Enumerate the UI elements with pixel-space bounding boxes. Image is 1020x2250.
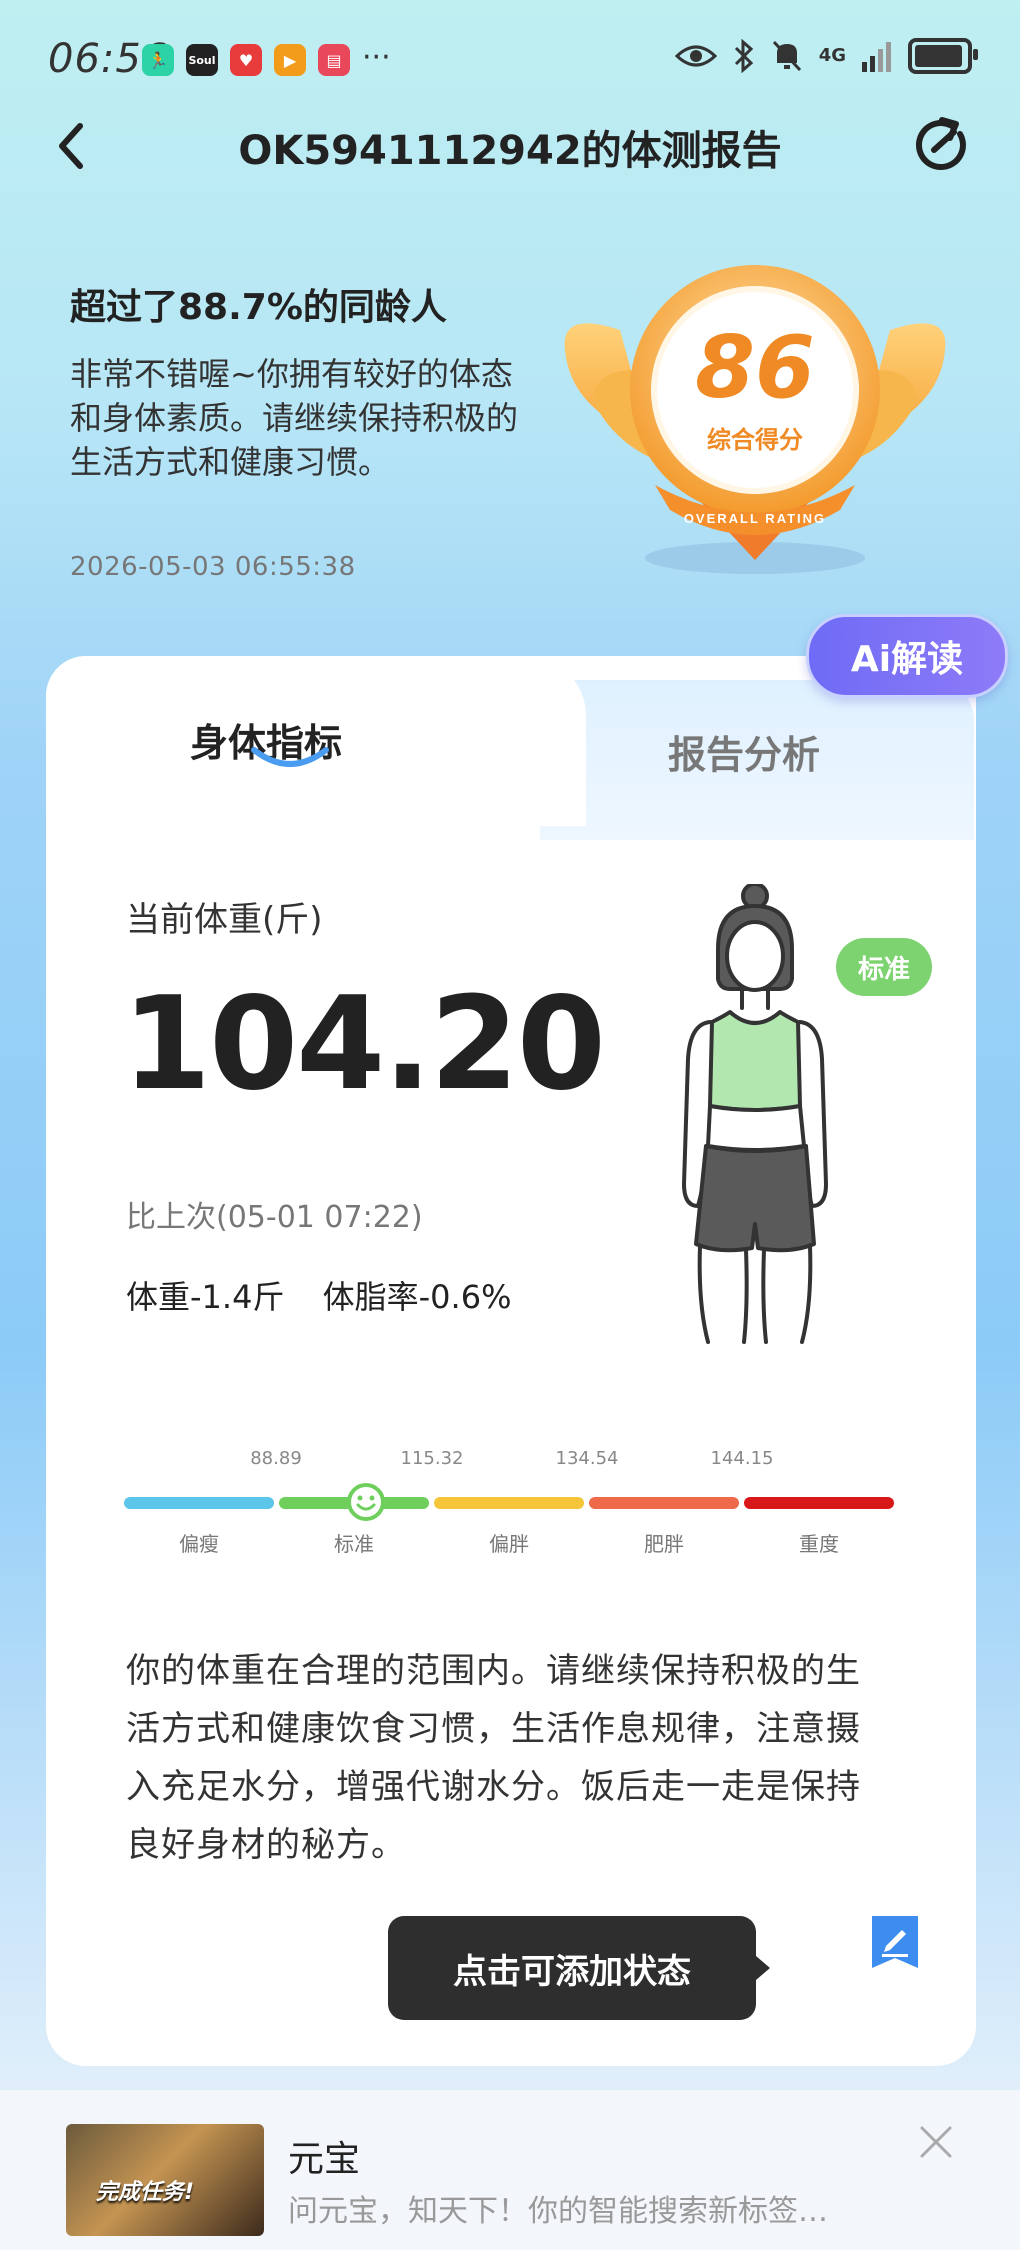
tab-active-indicator: [251, 747, 329, 767]
ad-thumbnail-text: 完成任务!: [96, 2180, 195, 2205]
edit-note-icon[interactable]: [872, 1916, 918, 1968]
scale-segment-severe: [744, 1497, 894, 1509]
scale-label: 标准: [334, 1532, 374, 1556]
status-bar: 06:56 🏃 Soul ♥ ▶ ▤ ··· 4G: [0, 0, 1020, 120]
badge-ribbon-text: OVERALL RATING: [684, 511, 826, 526]
scale-tick: 115.32: [400, 1448, 464, 1469]
scale-tick: 144.15: [710, 1448, 774, 1469]
page-title: OK5941112942的体测报告: [238, 128, 782, 174]
summary-description: 非常不错喔~你拥有较好的体态和身体素质。请继续保持积极的生活方式和健康习惯。: [70, 355, 519, 481]
summary-title: 超过了88.7%的同龄人: [70, 287, 447, 328]
ad-subtitle[interactable]: 问元宝，知天下！你的智能搜索新标签…: [288, 2186, 908, 2230]
mute-icon: [772, 40, 801, 72]
network-label: 4G: [818, 45, 846, 66]
overall-score-label: 综合得分: [707, 426, 803, 454]
report-timestamp: 2026-05-03 06:55:38: [70, 552, 356, 582]
ad-title[interactable]: 元宝: [288, 2130, 360, 2182]
book-app-icon: ▤: [318, 44, 350, 76]
scale-tick: 134.54: [555, 1448, 619, 1469]
weight-delta: 体重-1.4斤: [126, 1278, 285, 1316]
weight-advice-text: 你的体重在合理的范围内。请继续保持积极的生活方式和健康饮食习惯，生活作息规律，注…: [126, 1651, 861, 1865]
delta-row: 体重-1.4斤 体脂率-0.6%: [126, 1272, 539, 1318]
scale-segment-obese: [589, 1497, 739, 1509]
scale-tick: 88.89: [250, 1448, 302, 1469]
tab-report-analysis[interactable]: 报告分析: [668, 724, 820, 779]
ad-thumbnail[interactable]: 完成任务!: [66, 2124, 264, 2236]
heart-app-icon: ♥: [230, 44, 262, 76]
add-status-button[interactable]: 点击可添加状态: [388, 1916, 770, 2020]
eye-icon: [674, 45, 717, 67]
more-notifications-icon: ···: [362, 40, 391, 75]
smile-marker-icon: [347, 1483, 385, 1521]
weight-status-badge: 标准: [836, 938, 932, 996]
compare-last-label: 比上次(05-01 07:22): [126, 1200, 423, 1235]
scale-label: 重度: [799, 1532, 839, 1556]
current-weight-label: 当前体重(斤): [126, 900, 323, 940]
fat-rate-delta: 体脂率-0.6%: [322, 1278, 512, 1316]
share-icon[interactable]: [912, 114, 974, 176]
battery-icon: [908, 38, 978, 74]
video-app-icon: ▶: [274, 44, 306, 76]
current-weight-value: 104.20: [122, 970, 606, 1119]
signal-icon: [862, 42, 891, 72]
ai-interpret-button[interactable]: Ai解读: [806, 614, 1008, 698]
overall-score: 86: [695, 318, 815, 418]
scale-segment-underweight: [124, 1497, 274, 1509]
bluetooth-icon: [734, 39, 753, 73]
keep-app-icon: 🏃: [142, 44, 174, 76]
close-icon[interactable]: [918, 2124, 954, 2160]
scale-label: 偏胖: [489, 1532, 529, 1556]
soul-app-icon: Soul: [186, 44, 218, 76]
scale-label: 肥胖: [644, 1532, 684, 1556]
system-icons: 4G: [674, 38, 978, 74]
scale-segment-overweight: [434, 1497, 584, 1509]
scale-label: 偏瘦: [179, 1532, 219, 1556]
